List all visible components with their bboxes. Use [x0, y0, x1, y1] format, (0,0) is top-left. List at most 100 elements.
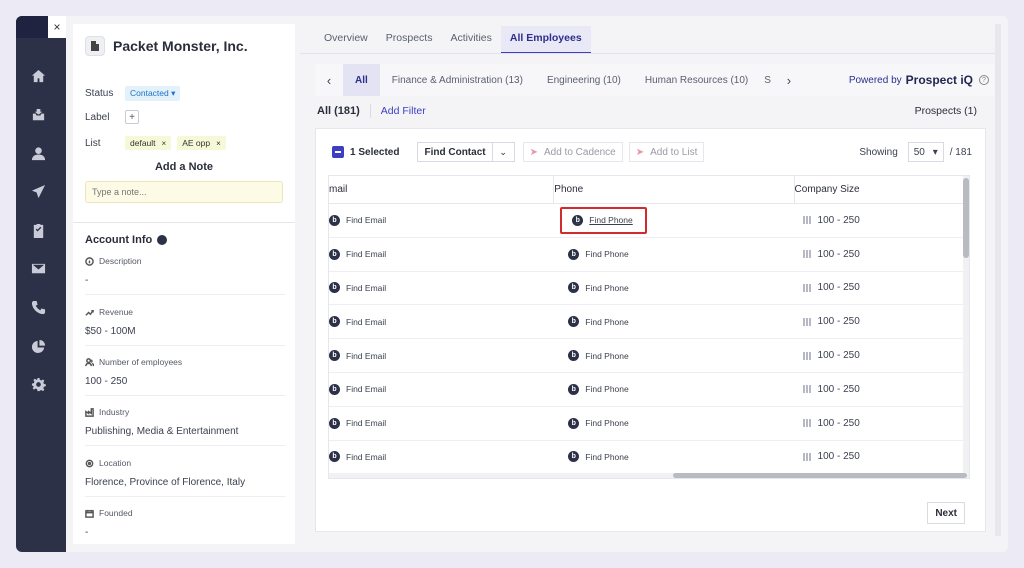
dept-tab-hr[interactable]: Human Resources (10): [633, 64, 760, 96]
mail-icon[interactable]: [30, 260, 46, 276]
table-row: b Find Email b Find Phone 100 - 250: [329, 441, 969, 475]
tab-overview[interactable]: Overview: [315, 26, 377, 54]
info-label-text: Industry: [99, 407, 130, 417]
inbox-icon[interactable]: [30, 107, 46, 123]
find-contact-button[interactable]: Find Contact: [417, 142, 493, 162]
chevron-left-icon[interactable]: ‹: [315, 73, 343, 88]
prospectiq-badge-icon: b: [329, 282, 340, 294]
all-count: All (181): [317, 105, 360, 117]
list-tag[interactable]: AE opp ×: [177, 136, 226, 150]
find-phone-text: Find Phone: [585, 316, 629, 327]
status-value: Contacted: [130, 88, 169, 98]
company-size-value: 100 - 250: [817, 451, 860, 463]
find-email-link[interactable]: b Find Email: [329, 305, 554, 338]
find-phone-link[interactable]: b Find Phone: [554, 272, 794, 305]
find-phone-text: Find Phone: [585, 350, 629, 361]
dept-tab-all[interactable]: All: [343, 64, 380, 96]
info-revenue: Revenue $50 - 100M: [85, 307, 285, 346]
dept-tab-truncated[interactable]: S: [760, 64, 775, 96]
next-page-button[interactable]: Next: [927, 502, 965, 524]
prospectiq-badge-icon: b: [568, 316, 580, 328]
add-to-cadence-button[interactable]: ➤ Add to Cadence: [522, 142, 623, 162]
scroll-thumb[interactable]: [963, 178, 969, 258]
building-icon: [802, 216, 812, 225]
building-icon: [802, 250, 812, 259]
table-row: b Find Email b Find Phone 100 - 250: [329, 272, 969, 306]
table-vertical-scrollbar[interactable]: [963, 176, 969, 478]
close-icon[interactable]: ×: [48, 16, 66, 38]
powered-by: Powered by Prospect iQ ?: [849, 64, 989, 96]
list-row: List default × AE opp ×: [85, 136, 232, 150]
find-email-link[interactable]: b Find Email: [329, 238, 554, 271]
button-label: Add to Cadence: [543, 146, 616, 158]
find-email-link[interactable]: b Find Email: [329, 339, 554, 372]
add-filter-button[interactable]: Add Filter: [381, 105, 426, 117]
find-email-link[interactable]: b Find Email: [329, 373, 554, 406]
select-all-checkbox[interactable]: [332, 146, 344, 158]
company-name: Packet Monster, Inc.: [113, 38, 248, 54]
company-size-cell: 100 - 250: [795, 305, 969, 338]
prospectiq-badge-icon: b: [329, 214, 340, 226]
info-value: $50 - 100M: [85, 326, 136, 337]
add-to-list-button[interactable]: ➤ Add to List: [628, 142, 705, 162]
prospectiq-badge-icon: b: [329, 417, 340, 429]
add-label-button[interactable]: +: [125, 110, 139, 124]
tab-all-employees[interactable]: All Employees: [500, 26, 591, 54]
gear-icon[interactable]: [30, 376, 46, 392]
selected-count: 1 Selected: [350, 146, 400, 158]
note-input[interactable]: [85, 181, 283, 203]
table-horizontal-scrollbar[interactable]: [329, 473, 969, 478]
tab-prospects[interactable]: Prospects: [377, 26, 442, 54]
clipboard-icon[interactable]: [30, 222, 46, 238]
find-phone-link[interactable]: b Find Phone: [554, 339, 794, 372]
dept-tab-engineering[interactable]: Engineering (10): [535, 64, 633, 96]
phone-icon[interactable]: [30, 299, 46, 315]
find-phone-link[interactable]: b Find Phone: [554, 305, 794, 338]
help-icon[interactable]: ?: [979, 75, 989, 85]
user-icon[interactable]: [30, 145, 46, 161]
phone-cell: b Find Phone: [554, 204, 794, 237]
find-phone-link[interactable]: b Find Phone: [554, 238, 794, 271]
list-tag[interactable]: default ×: [125, 136, 172, 150]
prospects-count[interactable]: Prospects (1): [915, 105, 977, 117]
divider: [85, 294, 285, 295]
remove-tag-icon[interactable]: ×: [162, 139, 167, 148]
info-label-text: Description: [99, 256, 142, 266]
prospectiq-badge-icon: b: [329, 316, 340, 328]
page-size-select[interactable]: 50 ▾: [907, 142, 944, 162]
info-label-text: Number of employees: [99, 357, 183, 367]
divider: [85, 345, 285, 346]
find-email-link[interactable]: b Find Email: [329, 272, 554, 305]
tab-activities[interactable]: Activities: [441, 26, 500, 54]
main-tabs: Overview Prospects Activities All Employ…: [315, 26, 591, 54]
send-icon[interactable]: [30, 183, 46, 199]
status-label: Status: [85, 88, 114, 99]
find-email-link[interactable]: b Find Email: [329, 441, 554, 474]
tag-label: AE opp: [182, 138, 211, 148]
page-size-control: Showing 50 ▾ / 181: [859, 142, 972, 162]
home-icon[interactable]: [30, 68, 46, 84]
find-phone-text: Find Phone: [585, 282, 629, 293]
find-email-link[interactable]: b Find Email: [329, 407, 554, 440]
table-toolbar: 1 Selected Find Contact ⌄ ➤ Add to Cadenc…: [332, 141, 972, 163]
find-phone-link[interactable]: b Find Phone: [554, 407, 794, 440]
find-phone-link[interactable]: b Find Phone: [554, 441, 794, 474]
find-phone-link[interactable]: b Find Phone: [554, 373, 794, 406]
col-company-size[interactable]: Company Size: [795, 176, 969, 203]
scroll-thumb[interactable]: [673, 473, 967, 478]
find-phone-link-highlighted[interactable]: b Find Phone: [560, 206, 647, 234]
find-email-text: Find Email: [346, 282, 387, 293]
prospectiq-badge-icon: [157, 235, 168, 245]
find-email-link[interactable]: b Find Email: [329, 204, 554, 237]
company-size-value: 100 - 250: [817, 282, 860, 294]
total-count: / 181: [949, 146, 972, 158]
pie-chart-icon[interactable]: [30, 338, 46, 354]
page-scrollbar[interactable]: [995, 24, 1001, 536]
find-contact-dropdown[interactable]: ⌄: [492, 142, 515, 162]
status-dropdown[interactable]: Contacted ▾: [125, 86, 181, 101]
chevron-right-icon[interactable]: ›: [775, 73, 803, 88]
remove-tag-icon[interactable]: ×: [216, 139, 221, 148]
col-email[interactable]: mail: [329, 176, 555, 203]
dept-tab-finance[interactable]: Finance & Administration (13): [380, 64, 535, 96]
col-phone[interactable]: Phone: [554, 176, 795, 203]
